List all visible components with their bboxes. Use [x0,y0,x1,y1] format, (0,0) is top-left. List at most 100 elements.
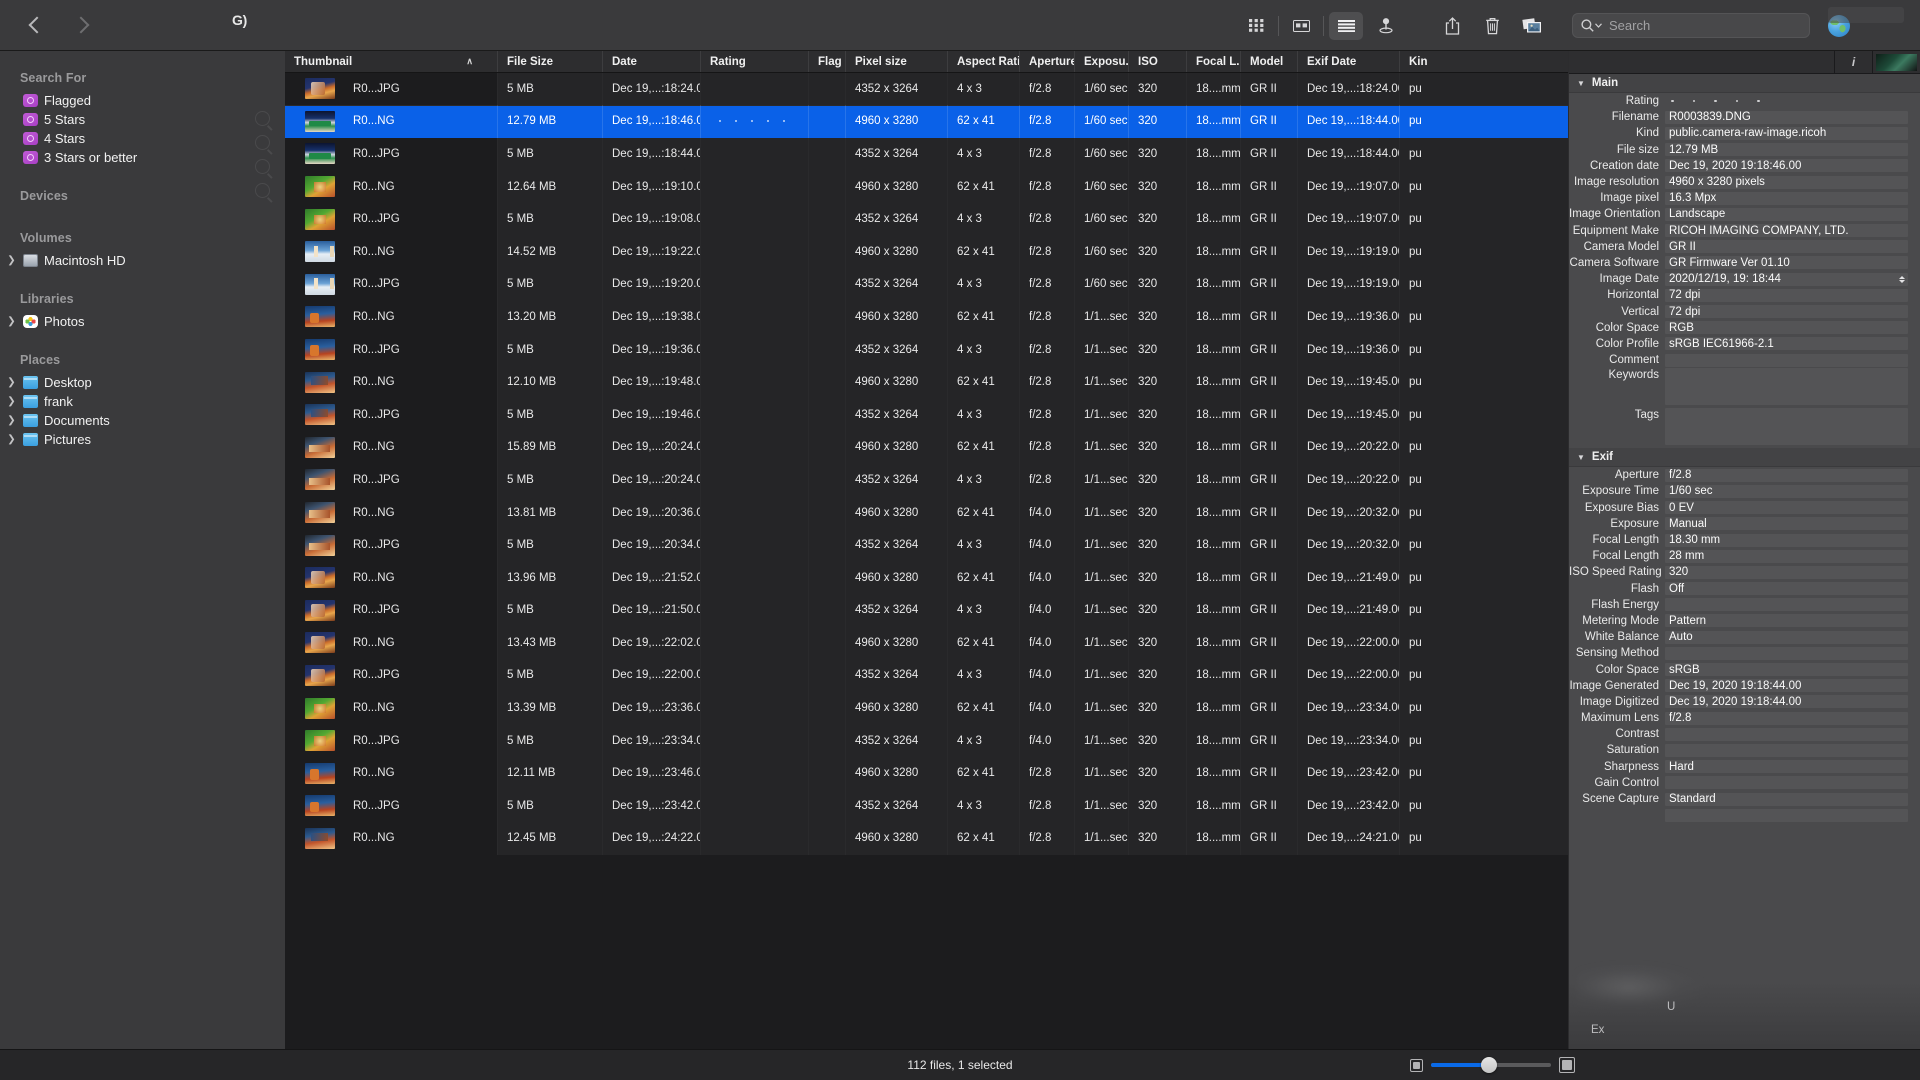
window-controls[interactable] [1828,7,1904,23]
cell-flag[interactable] [809,789,846,823]
cell-flag[interactable] [809,365,846,399]
photos-button[interactable] [1515,12,1549,40]
metadata-section-header-main[interactable]: ▼ Main [1569,74,1920,93]
rating-star-icon[interactable] [719,120,721,123]
column-header-model[interactable]: Model [1241,51,1298,72]
column-header-pixel_size[interactable]: Pixel size [846,51,948,72]
cell-flag[interactable] [809,724,846,757]
column-header-iso[interactable]: ISO [1129,51,1187,72]
sidebar-item-macintosh-hd[interactable]: ❯ Macintosh HD [0,253,285,268]
sidebar-item-flagged[interactable]: ❯Flagged [0,93,285,108]
column-header-date[interactable]: Date [603,51,701,72]
metadata-field-value[interactable] [1665,353,1908,367]
metadata-field-value[interactable]: Manual [1665,517,1908,531]
metadata-field-value[interactable]: Dec 19, 2020 19:18:44.00 [1665,679,1908,693]
rating-star-icon[interactable] [767,120,769,123]
rating-star-icon[interactable] [1757,99,1760,103]
metadata-field-value[interactable] [1665,743,1908,757]
metadata-field-value[interactable]: 2020/12/19, 19: 18:44 [1665,272,1908,286]
rating-star-icon[interactable] [735,120,737,123]
disclosure-chevron-icon[interactable]: ❯ [6,432,17,447]
metadata-field-value[interactable]: GR Firmware Ver 01.10 [1665,256,1908,270]
cell-flag[interactable] [809,268,846,301]
metadata-field-value[interactable]: sRGB IEC61966-2.1 [1665,337,1908,351]
cell-flag[interactable] [809,756,846,790]
column-header-exif_date[interactable]: Exif Date [1298,51,1400,72]
filmstrip-view-button[interactable] [1284,12,1318,40]
column-header-thumbnail[interactable]: Thumbnail ∧ [285,51,498,72]
disclosure-chevron-icon[interactable]: ❯ [6,253,17,268]
large-thumbnail-icon[interactable] [1559,1057,1575,1073]
cell-flag[interactable] [809,300,846,334]
metadata-field-value[interactable]: 12.79 MB [1665,143,1908,157]
cell-flag[interactable] [809,659,846,692]
metadata-field-value[interactable]: Landscape [1665,207,1908,221]
metadata-field-value[interactable]: 1/60 sec [1665,484,1908,498]
cell-flag[interactable] [809,202,846,236]
cell-flag[interactable] [809,463,846,497]
rating-star-icon[interactable] [1714,99,1717,103]
cell-flag[interactable] [809,626,846,660]
metadata-field-value[interactable]: GR II [1665,240,1908,254]
rating-star-icon[interactable] [1692,99,1695,103]
cell-flag[interactable] [809,561,846,594]
metadata-field-value[interactable]: 0 EV [1665,501,1908,515]
column-header-rating[interactable]: Rating [701,51,809,72]
column-header-aspect_ratio[interactable]: Aspect Ratio [948,51,1020,72]
metadata-field-value[interactable]: Standard [1665,792,1908,806]
cell-flag[interactable] [809,431,846,464]
metadata-section-header-exif[interactable]: ▼ Exif [1569,448,1920,468]
disclosure-chevron-icon[interactable]: ❯ [6,314,17,329]
metadata-field-value[interactable]: Hard [1665,760,1908,774]
metadata-field-value[interactable]: Dec 19, 2020 19:18:46.00 [1665,159,1908,173]
back-button-icon[interactable] [26,15,46,35]
chevron-down-icon[interactable]: ▼ [1577,79,1585,88]
sidebar-item-5-stars[interactable]: ❯5 Stars [0,112,285,127]
column-header-focal_length[interactable]: Focal L... [1187,51,1241,72]
rating-star-icon[interactable] [1735,99,1738,103]
search-input[interactable] [1609,18,1799,33]
cell-flag[interactable] [809,594,846,627]
metadata-field-value[interactable]: RGB [1665,321,1908,335]
disclosure-chevron-icon[interactable]: ❯ [6,375,17,390]
column-header-file_size[interactable]: File Size [498,51,603,72]
cell-flag[interactable] [809,170,846,203]
sidebar-item-photos[interactable]: ❯ Photos [0,314,285,329]
metadata-field-value[interactable]: Off [1665,582,1908,596]
cell-flag[interactable] [809,235,846,269]
chevron-down-icon[interactable] [1595,23,1602,28]
metadata-field-value[interactable]: 16.3 Mpx [1665,191,1908,205]
cell-flag[interactable] [809,528,846,562]
column-header-exposure[interactable]: Exposu... [1075,51,1129,72]
column-header-aperture[interactable]: Aperture [1020,51,1075,72]
slider-thumb[interactable] [1480,1057,1497,1073]
metadata-field-value[interactable]: public.camera-raw-image.ricoh [1665,126,1908,140]
sidebar-item-frank[interactable]: ❯ frank [0,394,285,409]
map-view-button[interactable] [1369,12,1403,40]
metadata-field-value[interactable]: f/2.8 [1665,711,1908,725]
metadata-field-value[interactable] [1665,776,1908,790]
sidebar-item-3-stars-or-better[interactable]: ❯3 Stars or better [0,150,285,165]
sidebar-item-pictures[interactable]: ❯ Pictures [0,432,285,447]
tab-preview[interactable] [1872,50,1920,74]
metadata-field-value[interactable] [1665,646,1908,660]
metadata-field-value[interactable]: RICOH IMAGING COMPANY, LTD. [1665,224,1908,238]
metadata-field-value[interactable]: 72 dpi [1665,288,1908,302]
cell-flag[interactable] [809,105,846,138]
rating-star-icon[interactable] [1671,99,1674,103]
cell-flag[interactable] [809,496,846,529]
metadata-field-value[interactable]: Pattern [1665,614,1908,628]
forward-button-icon[interactable] [72,15,92,35]
delete-button[interactable] [1475,12,1509,40]
metadata-field-value[interactable] [1665,598,1908,612]
metadata-field-value[interactable]: Auto [1665,630,1908,644]
metadata-field-value[interactable]: f/2.8 [1665,468,1908,482]
sidebar-item-desktop[interactable]: ❯ Desktop [0,375,285,390]
sidebar-item-4-stars[interactable]: ❯4 Stars [0,131,285,146]
metadata-field-value[interactable]: 28 mm [1665,549,1908,563]
cell-flag[interactable] [809,137,846,171]
search-field[interactable] [1572,13,1810,38]
tab-info[interactable]: i [1834,50,1872,74]
metadata-field-value[interactable] [1665,808,1908,822]
metadata-field-value[interactable]: 4960 x 3280 pixels [1665,175,1908,189]
